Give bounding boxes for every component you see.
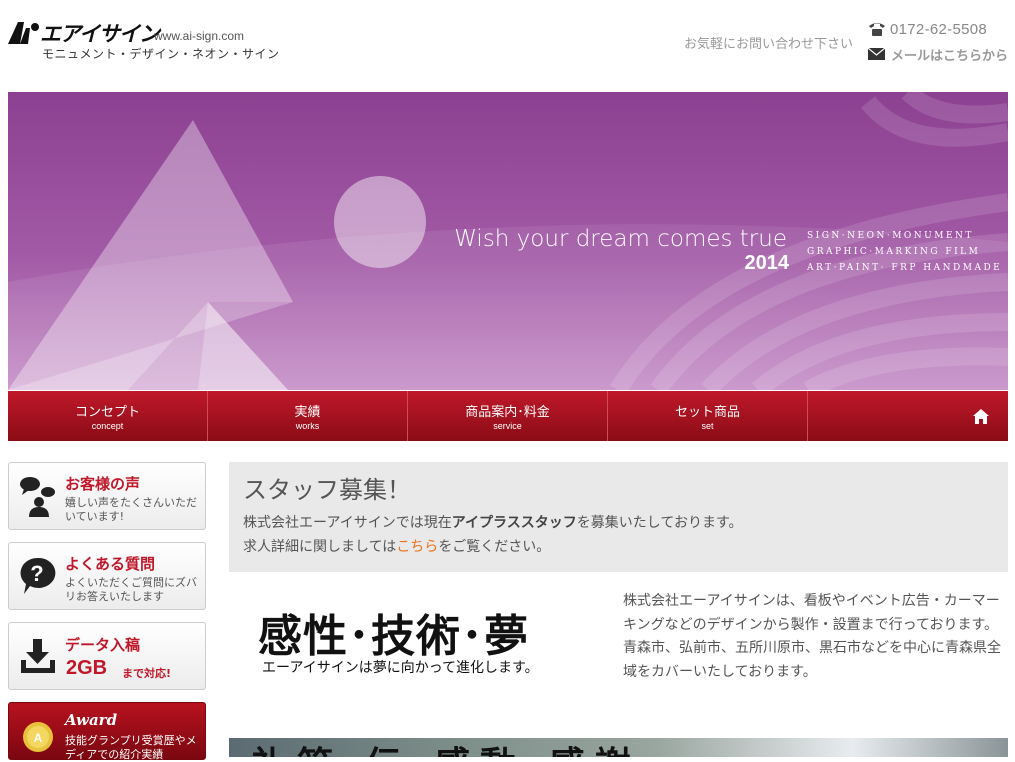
staff-text: をご覧ください。 [438, 539, 551, 555]
svg-text:?: ? [30, 561, 43, 586]
staff-line-1: 株式会社エーアイサインでは現在アイプラススタッフを募集いたしております。 [243, 512, 743, 532]
photo-caption: 礼節 伝 感動 感謝 [251, 738, 641, 757]
mail-icon [868, 48, 885, 60]
motto-subheading: エーアイサインは夢に向かって進化します。 [262, 660, 539, 676]
nav-item-works[interactable]: 実績 works [208, 391, 408, 441]
phone-number[interactable]: 0172-62-5508 [890, 21, 987, 38]
nav-label: 商品案内･料金 [465, 405, 550, 420]
data-upload-button[interactable]: データ入稿 2GB まで対応! [8, 622, 206, 690]
medal-icon: A [23, 722, 53, 752]
site-url: www.ai-sign.com [154, 29, 245, 43]
award-desc: 技能グランプリ受賞歴やメディアでの紹介実績 [65, 734, 197, 761]
award-title: Award [65, 711, 118, 729]
nav-label: セット商品 [674, 405, 740, 420]
hero-year: 2014 [744, 252, 790, 274]
download-tray-icon [21, 639, 55, 673]
nav-sublabel: concept [91, 421, 124, 431]
nav-sublabel: service [493, 421, 522, 431]
logo-subtitle: モニュメント・デザイン・ネオン・サイン [42, 47, 280, 61]
nav-item-concept[interactable]: コンセプト concept [8, 391, 208, 441]
question-icon: ? [20, 557, 56, 594]
phone-icon [869, 23, 885, 36]
customer-voice-button[interactable]: お客様の声 嬉しい声をたくさんいただいています! [8, 462, 206, 530]
nav-label: 実績 [294, 405, 321, 420]
logo-mark-icon[interactable] [8, 20, 42, 44]
hero-tagline: Wish your dream comes true [454, 226, 787, 252]
hero-services-line-1: SIGN·NEON·MONUMENT [807, 231, 974, 241]
logo-text[interactable]: エアイサイン [40, 18, 160, 48]
nav-item-service[interactable]: 商品案内･料金 service [408, 391, 608, 441]
hero-banner: Wish your dream comes true 2014 SIGN·NEO… [8, 92, 1008, 390]
svg-text:A: A [34, 731, 43, 745]
nav-label: コンセプト [74, 405, 140, 420]
motto-heading: 感性･技術･夢 [258, 611, 529, 662]
staff-highlight: アイプラススタッフ [451, 515, 577, 531]
customer-voice-title: お客様の声 [65, 475, 141, 493]
data-upload-title: データ入稿 [65, 636, 141, 654]
nav-sublabel: set [701, 421, 714, 431]
customer-voice-desc: 嬉しい声をたくさんいただいています! [65, 496, 197, 523]
award-button[interactable]: A Award 技能グランプリ受賞歴やメディアでの紹介実績 [8, 702, 206, 761]
nav-item-set[interactable]: セット商品 set [608, 391, 808, 441]
data-upload-size: 2GB [66, 657, 108, 679]
staff-title: スタッフ募集！ [243, 476, 411, 504]
people-icon [20, 477, 55, 517]
nav-item-home[interactable] [808, 391, 1007, 441]
hero-services-line-2: GRAPHIC·MARKING FILM [807, 247, 981, 257]
staff-text: 求人詳細に関しましては [243, 539, 397, 555]
nav-sublabel: works [295, 421, 320, 431]
feature-photo[interactable]: 礼節 伝 感動 感謝 [229, 738, 1008, 757]
staff-text: を募集いたしております。 [576, 515, 743, 531]
contact-label: お気軽にお問い合わせ下さい [684, 37, 854, 52]
main-nav: コンセプト concept 実績 works 商品案内･料金 service セ… [8, 391, 1008, 441]
recruit-details-link[interactable]: こちら [396, 539, 438, 555]
staff-recruit-banner: スタッフ募集！ 株式会社エーアイサインでは現在アイプラススタッフを募集いたしてお… [229, 462, 1008, 572]
home-icon[interactable] [972, 408, 990, 425]
mail-link[interactable]: メールはこちらから [891, 45, 1008, 64]
faq-desc: よくいただくご質問にズバリお答えいたします [65, 576, 197, 603]
faq-button[interactable]: ? よくある質問 よくいただくご質問にズバリお答えいたします [8, 542, 206, 610]
staff-text: 株式会社エーアイサインでは現在 [243, 515, 452, 531]
faq-title: よくある質問 [65, 555, 156, 573]
staff-line-2: 求人詳細に関しましてはこちらをご覧ください。 [243, 536, 550, 556]
data-upload-note: まで対応! [122, 667, 172, 680]
hero-services-line-3: ART·PAINT· FRP HANDMADE [807, 263, 1003, 273]
company-intro: 株式会社エーアイサインは、看板やイベント広告・カーマーキングなどのデザインから製… [623, 593, 1001, 680]
